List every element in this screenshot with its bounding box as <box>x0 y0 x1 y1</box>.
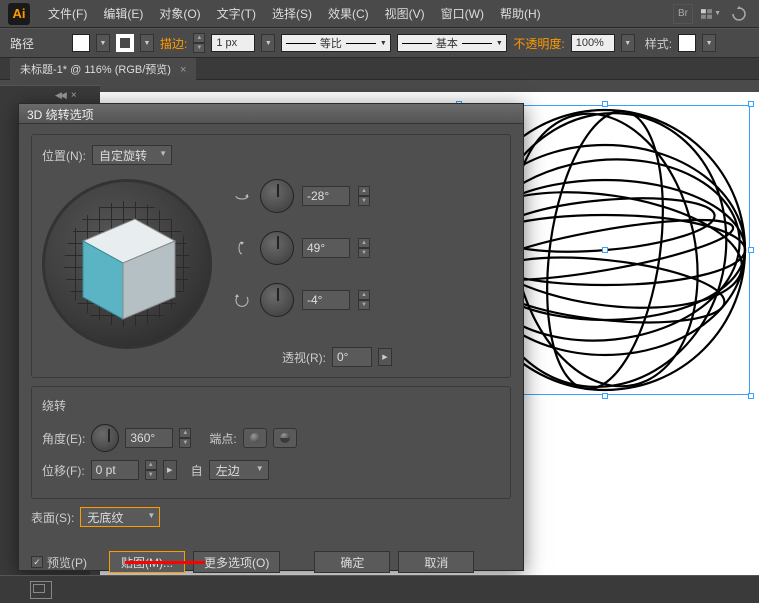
style-dropdown[interactable]: ▼ <box>702 34 716 52</box>
close-tab-icon[interactable]: × <box>180 64 186 76</box>
stroke-weight-input[interactable] <box>211 34 255 52</box>
stroke-profile[interactable]: 等比▼ <box>281 34 391 52</box>
document-title: 未标题-1* @ 116% (RGB/预览) <box>20 64 171 76</box>
angle-y-stepper[interactable]: ▲▼ <box>358 238 370 258</box>
sync-icon[interactable] <box>729 4 749 24</box>
handle-tm[interactable] <box>602 101 608 107</box>
tool-label: 路径 <box>10 35 34 52</box>
degree-dial[interactable] <box>91 424 119 452</box>
degree-input[interactable] <box>125 428 173 448</box>
handle-tr[interactable] <box>748 101 754 107</box>
angle-z-input[interactable] <box>302 290 350 310</box>
menu-select[interactable]: 选择(S) <box>264 5 320 22</box>
angle-y-dial[interactable] <box>260 231 294 265</box>
stroke-weight-dropdown[interactable]: ▼ <box>261 34 275 52</box>
dialog-footer: ✓ 预览(P) 贴图(M)... 更多选项(O) 确定 取消 <box>19 545 523 579</box>
ok-button[interactable]: 确定 <box>314 551 390 573</box>
checkbox-icon: ✓ <box>31 556 43 568</box>
document-tab[interactable]: 未标题-1* @ 116% (RGB/预览) × <box>10 58 196 80</box>
menu-window[interactable]: 窗口(W) <box>433 5 492 22</box>
preview-label: 预览(P) <box>47 554 87 571</box>
annotation-underline <box>125 561 205 564</box>
app-window: Ai 文件(F) 编辑(E) 对象(O) 文字(T) 选择(S) 效果(C) 视… <box>0 0 759 603</box>
perspective-input[interactable] <box>332 347 372 367</box>
angle-x-dial[interactable] <box>260 179 294 213</box>
revolve-section-label: 绕转 <box>42 397 500 414</box>
options-bar: 路径 ▼ ▼ 描边: ▲▼ ▼ 等比▼ 基本▼ 不透明度: ▼ 样式: ▼ <box>0 28 759 58</box>
degree-label: 角度(E): <box>42 430 85 447</box>
more-options-button[interactable]: 更多选项(O) <box>193 551 280 573</box>
axis-x-icon <box>232 186 252 206</box>
angle-x-stepper[interactable]: ▲▼ <box>358 186 370 206</box>
menu-view[interactable]: 视图(V) <box>377 5 433 22</box>
perspective-label: 透视(R): <box>282 349 326 366</box>
position-group: 位置(N): 自定旋转 <box>31 134 511 378</box>
angle-z-dial[interactable] <box>260 283 294 317</box>
rotation-cube-preview[interactable] <box>42 179 212 349</box>
handle-br[interactable] <box>748 393 754 399</box>
revolve-group: 绕转 角度(E): ▲▼ 端点: 位移(F): ▲▼ ▶ 自 左边 <box>31 386 511 499</box>
stroke-weight-stepper[interactable]: ▲▼ <box>193 33 205 53</box>
axis-y-icon <box>232 238 252 258</box>
stroke-label[interactable]: 描边: <box>160 35 187 52</box>
offset-stepper[interactable]: ▲▼ <box>145 460 157 480</box>
handle-bm[interactable] <box>602 393 608 399</box>
statusbar <box>0 575 759 603</box>
menu-effect[interactable]: 效果(C) <box>320 5 377 22</box>
surface-dropdown[interactable]: 无底纹 <box>80 507 160 527</box>
panel-close-icon[interactable]: × <box>71 90 77 101</box>
handle-mr[interactable] <box>748 247 754 253</box>
style-swatch[interactable] <box>678 34 696 52</box>
fill-dropdown[interactable]: ▼ <box>96 34 110 52</box>
dialog-title: 3D 绕转选项 <box>19 104 523 124</box>
perspective-dropdown[interactable]: ▶ <box>378 348 392 366</box>
cancel-button[interactable]: 取消 <box>398 551 474 573</box>
degree-stepper[interactable]: ▲▼ <box>179 428 191 448</box>
style-label: 样式: <box>645 35 672 52</box>
opacity-dropdown[interactable]: ▼ <box>621 34 635 52</box>
menu-type[interactable]: 文字(T) <box>209 5 264 22</box>
menu-object[interactable]: 对象(O) <box>151 5 208 22</box>
from-label: 自 <box>191 462 203 479</box>
collapse-icon[interactable]: ◀◀ <box>55 90 65 101</box>
offset-label: 位移(F): <box>42 462 85 479</box>
preview-checkbox[interactable]: ✓ 预览(P) <box>31 554 87 571</box>
angle-z-stepper[interactable]: ▲▼ <box>358 290 370 310</box>
offset-dropdown[interactable]: ▶ <box>163 460 177 480</box>
cap-label: 端点: <box>209 430 236 447</box>
angle-y-input[interactable] <box>302 238 350 258</box>
menu-help[interactable]: 帮助(H) <box>492 5 549 22</box>
angle-x-input[interactable] <box>302 186 350 206</box>
center-point[interactable] <box>602 247 608 253</box>
offset-input[interactable] <box>91 460 139 480</box>
opacity-label[interactable]: 不透明度: <box>513 35 564 52</box>
position-dropdown[interactable]: 自定旋转 <box>92 145 172 165</box>
cube-icon <box>67 199 187 329</box>
cap-on-button[interactable] <box>243 428 267 448</box>
cap-off-button[interactable] <box>273 428 297 448</box>
axis-z-icon <box>232 290 252 310</box>
menu-file[interactable]: 文件(F) <box>40 5 95 22</box>
menu-edit[interactable]: 编辑(E) <box>95 5 151 22</box>
opacity-input[interactable] <box>571 34 615 52</box>
left-panel-tab[interactable]: ◀◀ × <box>0 85 100 105</box>
artboard-nav-icon[interactable] <box>30 581 52 599</box>
stroke-dropdown[interactable]: ▼ <box>140 34 154 52</box>
3d-revolve-dialog: 3D 绕转选项 位置(N): 自定旋转 <box>18 103 524 571</box>
document-tabbar: 未标题-1* @ 116% (RGB/预览) × <box>0 58 759 80</box>
position-label: 位置(N): <box>42 147 86 164</box>
app-logo-icon: Ai <box>8 3 30 25</box>
br-icon[interactable]: Br <box>673 4 693 24</box>
surface-label: 表面(S): <box>31 509 74 526</box>
menubar: Ai 文件(F) 编辑(E) 对象(O) 文字(T) 选择(S) 效果(C) 视… <box>0 0 759 28</box>
arrange-icon[interactable]: ▼ <box>701 4 721 24</box>
stroke-swatch[interactable] <box>116 34 134 52</box>
from-dropdown[interactable]: 左边 <box>209 460 269 480</box>
brush-def[interactable]: 基本▼ <box>397 34 507 52</box>
fill-swatch[interactable] <box>72 34 90 52</box>
